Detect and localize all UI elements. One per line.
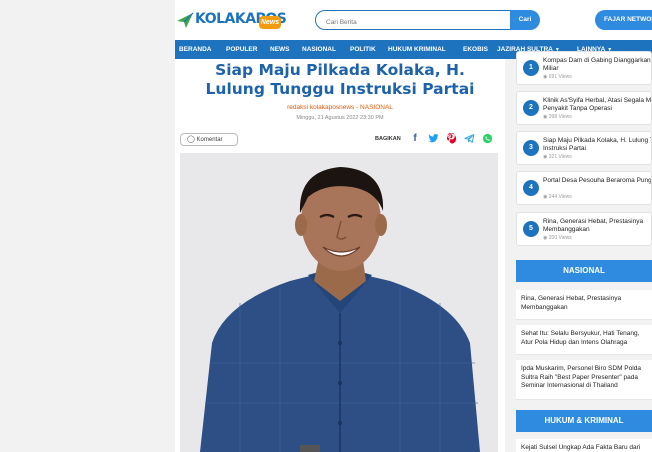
- popular-rank: 5: [523, 221, 539, 237]
- popular-rank: 2: [523, 100, 539, 116]
- popular-title: Kompas Dam di Gabing Dianggarkan Rp30 Mi…: [543, 57, 651, 72]
- article-main: Siap Maju Pilkada Kolaka, H. Lulung Tung…: [175, 59, 505, 452]
- nasional-news-item[interactable]: Rina, Generasi Hebat, Prestasinya Memban…: [516, 290, 652, 320]
- share-label: BAGIKAN: [375, 136, 401, 142]
- eye-icon: ◉: [543, 194, 548, 200]
- site-logo[interactable]: KOLAKAPOS News: [175, 8, 287, 32]
- views-count: ◉ 691 Views: [543, 74, 572, 80]
- telegram-icon[interactable]: [463, 133, 475, 145]
- eye-icon: ◉: [543, 154, 548, 160]
- article-author[interactable]: redaksi kolakaposnews - NASIONAL: [175, 104, 505, 111]
- article-date: Minggu, 21 Agustus 2022 23:30 PM: [296, 115, 384, 121]
- article-featured-image: [180, 153, 498, 452]
- nav-item-populer[interactable]: POPULER: [226, 40, 257, 59]
- views-count: ◉ 321 Views: [543, 154, 572, 160]
- views-text: 398 Views: [548, 114, 572, 120]
- site-header: KOLAKAPOS News Cari FAJAR NETWORK: [175, 0, 652, 40]
- nav-item-ekobis[interactable]: EKOBIS: [463, 40, 488, 59]
- nav-item-politik[interactable]: POLITIK: [350, 40, 376, 59]
- facebook-icon[interactable]: f: [409, 133, 421, 145]
- search-input[interactable]: [316, 14, 516, 31]
- pinterest-icon[interactable]: [445, 132, 457, 145]
- popular-rank: 1: [523, 60, 539, 76]
- search-box: Cari: [315, 9, 540, 31]
- comment-icon: ◯: [187, 136, 195, 143]
- whatsapp-icon[interactable]: [481, 133, 493, 145]
- fajar-network-button[interactable]: FAJAR NETWORK: [595, 10, 652, 30]
- sidebar: 1 Kompas Dam di Gabing Dianggarkan Rp30 …: [516, 51, 652, 452]
- comment-button[interactable]: ◯ Komentar: [180, 133, 238, 146]
- nasional-news-item[interactable]: Sehat Itu: Selalu Bersyukur, Hati Tenang…: [516, 325, 652, 355]
- man-portrait-photo: [180, 153, 498, 452]
- views-count: ◉ 398 Views: [543, 114, 572, 120]
- plane-logo-icon: [177, 12, 194, 28]
- logo-badge: News: [259, 16, 281, 29]
- popular-item[interactable]: 4 Portal Desa Pesouha Beraroma Pungli ◉ …: [516, 171, 652, 205]
- nav-item-beranda[interactable]: BERANDA: [179, 40, 212, 59]
- views-count: ◉ 200 Views: [543, 235, 572, 241]
- popular-title: Siap Maju Pilkada Kolaka, H. Lulung Tung…: [543, 137, 651, 152]
- popular-title: Portal Desa Pesouha Beraroma Pungli: [543, 177, 652, 184]
- article-title: Siap Maju Pilkada Kolaka, H. Lulung Tung…: [205, 61, 475, 98]
- nav-item-hukum-kriminal[interactable]: HUKUM KRIMINAL: [388, 40, 446, 59]
- popular-item[interactable]: 5 Rina, Generasi Hebat, Prestasinya Memb…: [516, 212, 652, 246]
- eye-icon: ◉: [543, 114, 548, 120]
- views-text: 200 Views: [548, 235, 572, 241]
- popular-item[interactable]: 2 Klinik As'Syifa Herbal, Atasi Segala M…: [516, 91, 652, 125]
- eye-icon: ◉: [543, 74, 548, 80]
- popular-item[interactable]: 3 Siap Maju Pilkada Kolaka, H. Lulung Tu…: [516, 131, 652, 165]
- views-count: ◉ 244 Views: [543, 194, 572, 200]
- hukum-news-item[interactable]: Kejati Sulsel Ungkap Ada Fakta Baru dari: [516, 439, 652, 452]
- views-text: 244 Views: [548, 194, 572, 200]
- popular-rank: 3: [523, 140, 539, 156]
- nav-item-news[interactable]: NEWS: [270, 40, 290, 59]
- popular-rank: 4: [523, 180, 539, 196]
- nasional-news-item[interactable]: Ipda Muskarim, Personel Biro SDM Polda S…: [516, 360, 652, 400]
- comment-label: Komentar: [196, 137, 223, 143]
- section-heading-nasional[interactable]: NASIONAL: [516, 260, 652, 282]
- popular-title: Klinik As'Syifa Herbal, Atasi Segala Mac…: [543, 97, 652, 112]
- search-button[interactable]: Cari: [510, 9, 540, 30]
- eye-icon: ◉: [543, 235, 548, 241]
- views-text: 321 Views: [548, 154, 572, 160]
- popular-item[interactable]: 1 Kompas Dam di Gabing Dianggarkan Rp30 …: [516, 51, 652, 85]
- section-heading-hukum-kriminal[interactable]: HUKUM & KRIMINAL: [516, 410, 652, 432]
- views-text: 691 Views: [548, 74, 572, 80]
- twitter-icon[interactable]: [427, 133, 439, 145]
- nav-item-nasional[interactable]: NASIONAL: [302, 40, 336, 59]
- popular-title: Rina, Generasi Hebat, Prestasinya Memban…: [543, 218, 644, 233]
